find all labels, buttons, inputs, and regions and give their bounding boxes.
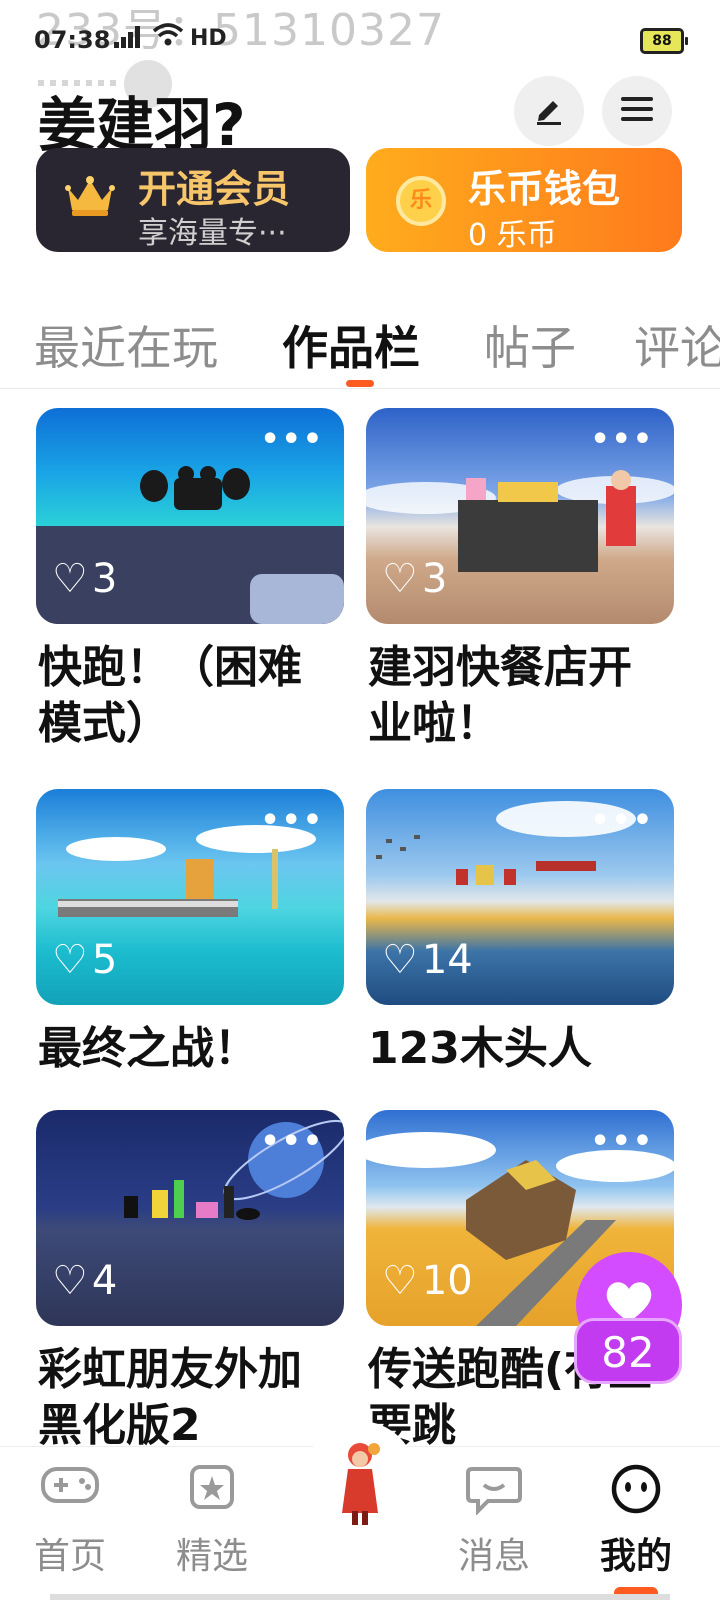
more-icon[interactable]: ••• [590,422,654,457]
like-count: ♡ 10 [382,1258,473,1304]
coin-balance: 0 乐币 [468,218,557,252]
more-icon[interactable]: ••• [590,803,654,838]
wifi-icon [152,22,184,54]
active-tab-indicator [346,380,374,387]
more-icon[interactable]: ••• [590,1124,654,1159]
heart-icon: ♡ [382,937,418,983]
smiley-face-icon [606,1463,666,1519]
heart-icon: ♡ [382,1258,418,1304]
center-character-button[interactable] [304,1421,416,1533]
like-count: ♡ 3 [52,556,118,602]
work-thumbnail[interactable]: ••• ♡ 3 [366,408,674,624]
nav-home-label: 首页 [33,1536,106,1577]
work-title: 最终之战！ [38,1023,258,1074]
heart-icon: ♡ [52,1258,88,1304]
chat-bubble-icon [464,1463,524,1519]
tab-comments[interactable]: 评论 [634,312,720,378]
bottom-navigation: 首页 精选 消息 我的 [0,1421,720,1601]
more-icon[interactable]: ••• [260,422,324,457]
hamburger-menu-icon [619,94,655,128]
tab-recently-played[interactable]: 最近在玩 [34,312,218,378]
coin-wallet-title: 乐币钱包 [468,167,621,211]
more-icon[interactable]: ••• [260,803,324,838]
work-title: 建羽快餐店开业啦！ [368,642,632,749]
work-thumbnail[interactable]: ••• ♡ 3 [36,408,344,624]
nav-messages-label: 消息 [457,1536,530,1577]
more-icon[interactable]: ••• [260,1124,324,1159]
like-count: ♡ 5 [52,937,118,983]
nav-featured-label: 精选 [175,1536,248,1577]
character-avatar-icon [342,1443,380,1525]
work-thumbnail[interactable]: ••• ♡ 4 [36,1110,344,1326]
vip-subtitle: 享海量专··· [138,216,287,251]
gamepad-icon [40,1463,100,1511]
crown-icon [64,174,116,222]
coin-wallet-card[interactable]: 乐 乐币钱包 0 乐币 [366,148,682,252]
tab-posts[interactable]: 帖子 [484,312,576,378]
floating-like-count: 82 [574,1318,682,1384]
heart-icon: ♡ [382,556,418,602]
battery-icon: 88 [640,28,688,54]
like-count: ♡ 4 [52,1258,118,1304]
status-time: 07:38 [34,26,111,54]
vip-membership-card[interactable]: 开通会员 享海量专··· [36,148,350,252]
coin-icon: 乐 [396,176,446,226]
work-thumbnail[interactable]: ••• ♡ 5 [36,789,344,1005]
heart-icon: ♡ [52,937,88,983]
like-count: ♡ 14 [382,937,473,983]
heart-icon: ♡ [52,556,88,602]
work-title: 彩虹朋友外加黑化版2 [38,1344,302,1451]
network-label: HD [190,26,227,51]
like-count: ♡ 3 [382,556,448,602]
tab-works[interactable]: 作品栏 [282,312,420,378]
profile-tabs: 最近在玩 作品栏 帖子 评论 [0,300,720,389]
work-thumbnail[interactable]: ••• ♡ 14 [366,789,674,1005]
menu-button[interactable] [602,76,672,146]
vip-title: 开通会员 [138,167,291,211]
nav-me-label: 我的 [599,1536,672,1577]
signal-icon [112,24,146,55]
status-bar: 233号：51310327 07:38 HD 88 [0,0,720,80]
star-badge-icon [182,1463,242,1515]
edit-profile-button[interactable] [514,76,584,146]
work-title: 快跑！（困难模式） [38,642,302,749]
work-title: 123木头人 [368,1023,592,1074]
pen-icon [531,91,567,131]
system-home-bar [50,1594,670,1600]
